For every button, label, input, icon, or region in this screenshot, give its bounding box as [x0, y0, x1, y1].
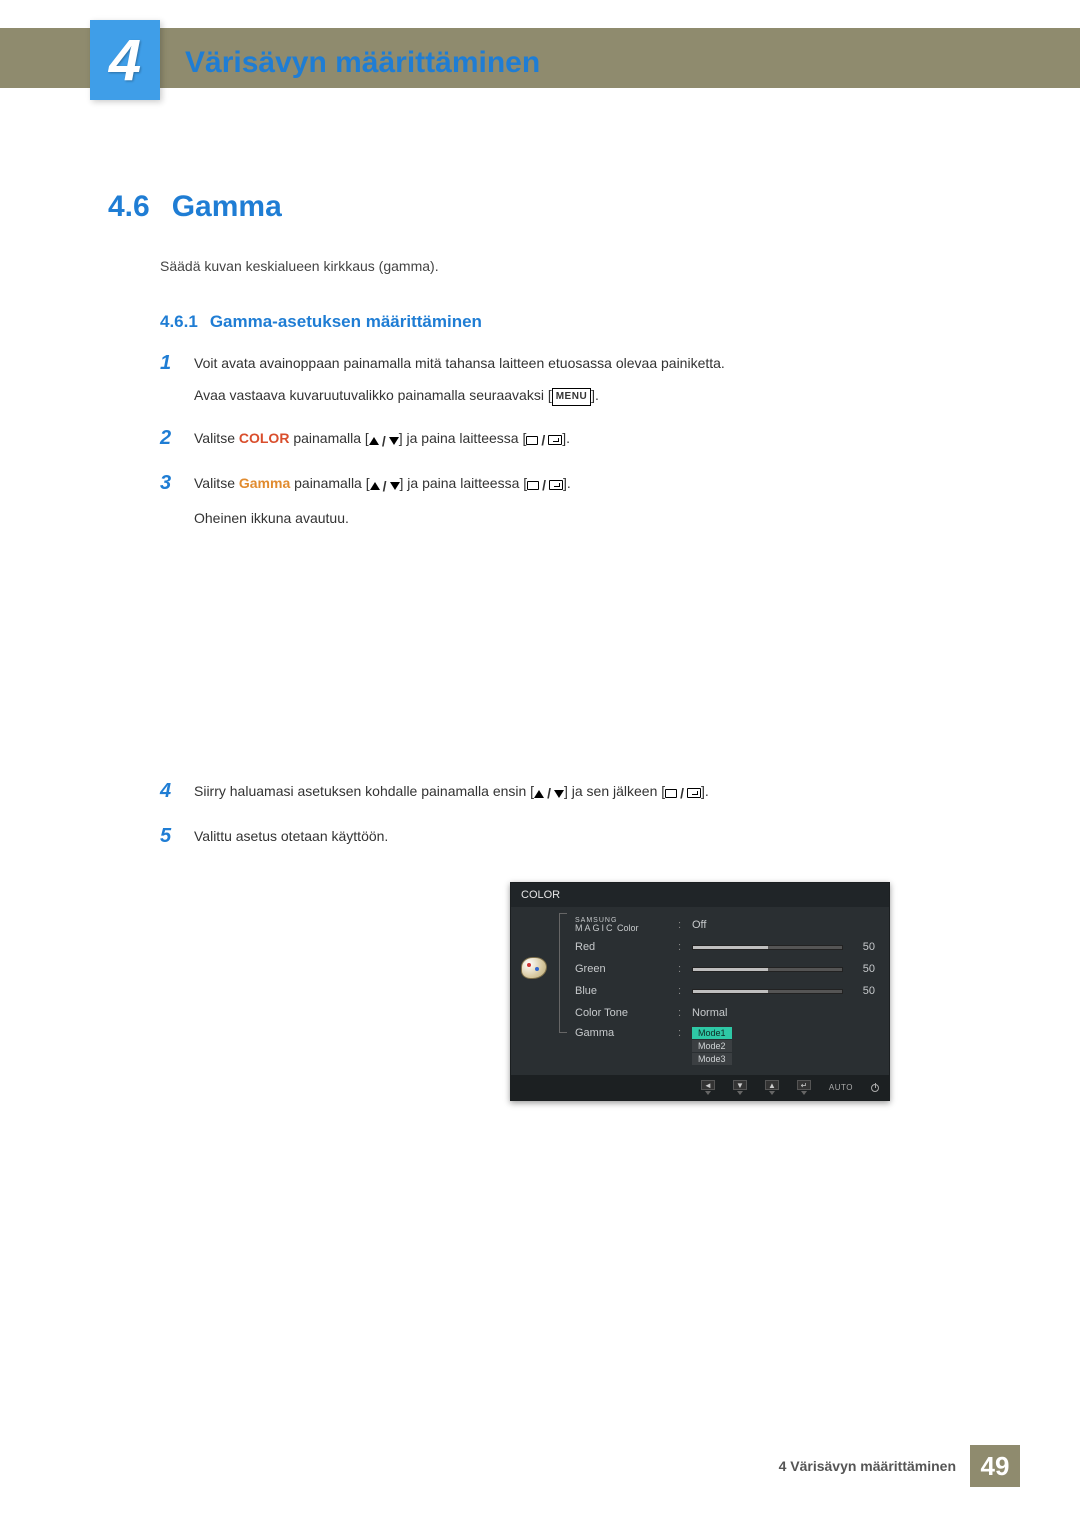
up-down-icon: /	[370, 475, 400, 497]
step-line: Avaa vastaava kuvaruutuvalikko painamall…	[194, 384, 725, 406]
subsection-number: 4.6.1	[160, 312, 198, 332]
osd-label: SAMSUNG MAGIC Color	[575, 917, 670, 933]
osd-auto-label: AUTO	[829, 1083, 853, 1092]
osd-slider: 50	[692, 985, 875, 997]
osd-slider: 50	[692, 941, 875, 953]
steps-list: 1 Voit avata avainoppaan painamalla mitä…	[160, 352, 960, 867]
osd-icon-column	[519, 917, 549, 1065]
page-footer: 4 Värisävyn määrittäminen 49	[779, 1445, 1020, 1487]
step-text: Valitse Gamma painamalla [/] ja paina la…	[194, 472, 571, 540]
osd-slider: 50	[692, 963, 875, 975]
step-text: Voit avata avainoppaan painamalla mitä t…	[194, 352, 725, 417]
step-text: Siirry haluamasi asetuksen kohdalle pain…	[194, 780, 709, 815]
chapter-number: 4	[109, 27, 141, 94]
step-text: Valittu asetus otetaan käyttöön.	[194, 825, 388, 857]
highlight-gamma: Gamma	[239, 475, 290, 491]
osd-value: Off	[692, 919, 706, 931]
step-4: 4 Siirry haluamasi asetuksen kohdalle pa…	[160, 780, 960, 815]
step-2: 2 Valitse COLOR painamalla [/] ja paina …	[160, 427, 960, 462]
gamma-option: Mode3	[692, 1053, 732, 1065]
osd-back-icon: ◄	[701, 1080, 715, 1095]
step-text: Valitse COLOR painamalla [/] ja paina la…	[194, 427, 570, 462]
power-icon	[871, 1084, 879, 1092]
osd-label: Color Tone	[575, 1007, 670, 1019]
osd-row-blue: Blue : 50	[575, 983, 875, 999]
chapter-title: Värisävyn määrittäminen	[185, 46, 540, 80]
section-number: 4.6	[108, 190, 150, 224]
osd-window: COLOR SAMSUNG MAGIC Color	[510, 882, 890, 1101]
step-number: 5	[160, 825, 178, 847]
box-enter-icon: /	[526, 429, 562, 451]
subsection-title: Gamma-asetuksen määrittäminen	[210, 312, 482, 332]
osd-title: COLOR	[511, 883, 889, 907]
osd-label: Green	[575, 963, 670, 975]
step-line: Valitse COLOR painamalla [/] ja paina la…	[194, 427, 570, 452]
osd-label: Gamma	[575, 1027, 670, 1039]
osd-down-icon: ▼	[733, 1080, 747, 1095]
section-heading: 4.6 Gamma	[108, 190, 282, 224]
gamma-option: Mode1	[692, 1027, 732, 1039]
section-description: Säädä kuvan keskialueen kirkkaus (gamma)…	[160, 258, 439, 274]
osd-up-icon: ▲	[765, 1080, 779, 1095]
highlight-color: COLOR	[239, 430, 290, 446]
step-number: 3	[160, 472, 178, 494]
box-enter-icon: /	[665, 782, 701, 804]
osd-row-red: Red : 50	[575, 939, 875, 955]
step-line: Voit avata avainoppaan painamalla mitä t…	[194, 352, 725, 374]
step-1: 1 Voit avata avainoppaan painamalla mitä…	[160, 352, 960, 417]
step-number: 4	[160, 780, 178, 802]
osd-label: Blue	[575, 985, 670, 997]
gamma-option: Mode2	[692, 1040, 732, 1052]
step-line: Valitse Gamma painamalla [/] ja paina la…	[194, 472, 571, 497]
osd-enter-icon: ↵	[797, 1080, 811, 1095]
step-line: Oheinen ikkuna avautuu.	[194, 507, 571, 529]
osd-gamma-options: Mode1 Mode2 Mode3	[692, 1027, 732, 1065]
chapter-tab: 4	[90, 20, 160, 100]
osd-row-magic: SAMSUNG MAGIC Color : Off	[575, 917, 875, 933]
subsection-heading: 4.6.1 Gamma-asetuksen määrittäminen	[160, 312, 482, 332]
section-title: Gamma	[172, 190, 282, 224]
footer-page-number: 49	[970, 1445, 1020, 1487]
up-down-icon: /	[534, 782, 564, 804]
footer-text: 4 Värisävyn määrittäminen	[779, 1458, 956, 1474]
box-enter-icon: /	[527, 474, 563, 496]
bracket-icon	[559, 913, 567, 1033]
osd-row-tone: Color Tone : Normal	[575, 1005, 875, 1021]
step-number: 2	[160, 427, 178, 449]
palette-icon	[521, 957, 547, 979]
step-5: 5 Valittu asetus otetaan käyttöön.	[160, 825, 960, 857]
osd-footer: ◄ ▼ ▲ ↵ AUTO	[511, 1075, 889, 1100]
step-3: 3 Valitse Gamma painamalla [/] ja paina …	[160, 472, 960, 540]
step-line: Siirry haluamasi asetuksen kohdalle pain…	[194, 780, 709, 805]
osd-row-green: Green : 50	[575, 961, 875, 977]
osd-value: Normal	[692, 1007, 727, 1019]
step-line: Valittu asetus otetaan käyttöön.	[194, 825, 388, 847]
osd-row-gamma: Gamma : Mode1 Mode2 Mode3	[575, 1027, 875, 1065]
up-down-icon: /	[369, 430, 399, 452]
step-number: 1	[160, 352, 178, 374]
menu-icon: MENU	[552, 388, 591, 406]
osd-label: Red	[575, 941, 670, 953]
